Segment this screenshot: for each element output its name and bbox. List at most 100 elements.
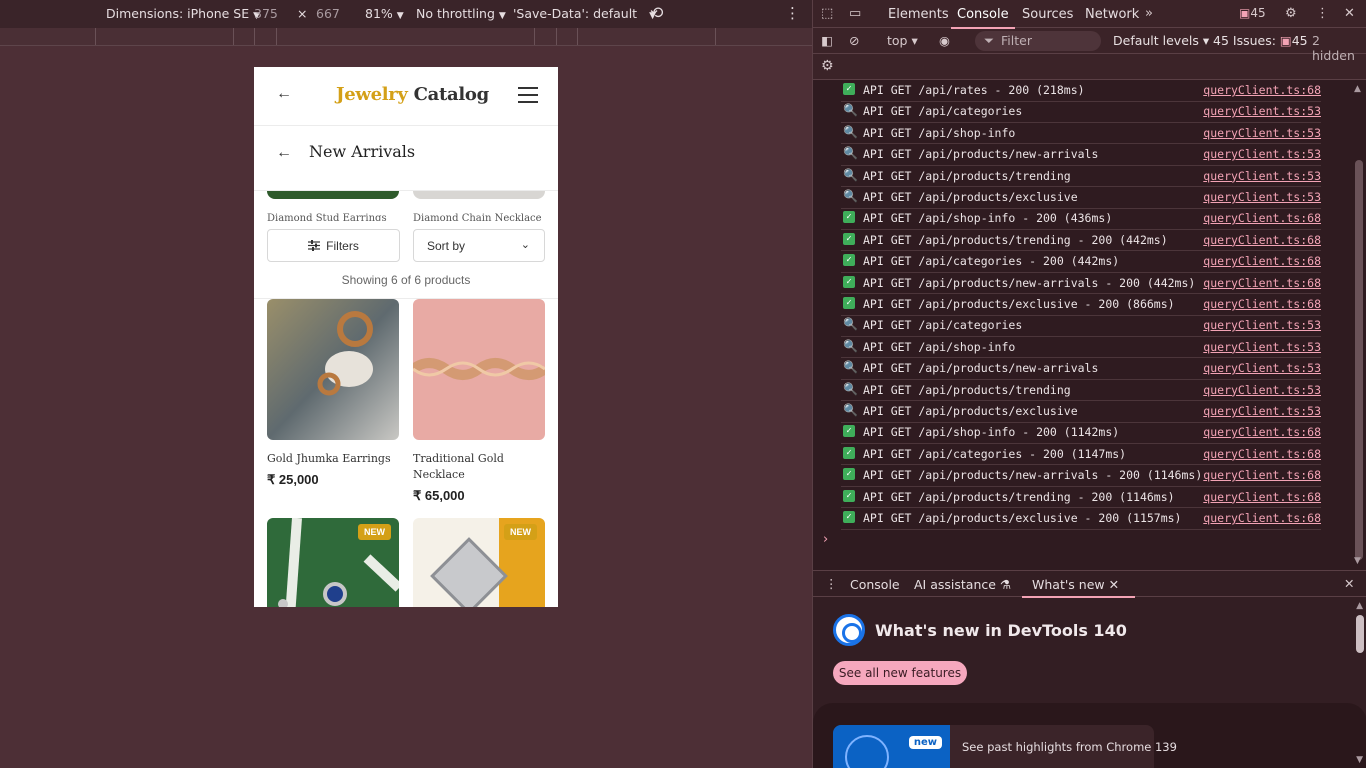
log-levels-select[interactable]: Default levels ▾ <box>1113 33 1209 48</box>
close-drawer-icon[interactable]: ✕ <box>1344 576 1354 591</box>
product-image[interactable]: NEW <box>267 518 399 607</box>
product-image[interactable] <box>413 299 545 440</box>
drawer-tabbar: ⋮ Console AI assistance ⚗ What's new ✕ ✕ <box>813 571 1366 598</box>
width-input[interactable]: 375 <box>254 6 278 21</box>
brand-logo[interactable]: Jewelry Catalog <box>336 84 489 105</box>
drawer-menu-icon[interactable]: ⋮ <box>825 576 838 591</box>
product-card[interactable]: Gold Jhumka Earrings ₹ 25,000 <box>267 299 399 488</box>
log-source-link[interactable]: queryClient.ts:53 <box>1203 404 1321 418</box>
clear-console-icon[interactable]: ⊘ <box>849 33 859 48</box>
log-source-link[interactable]: queryClient.ts:53 <box>1203 340 1321 354</box>
tab-network[interactable]: Network <box>1085 7 1139 22</box>
log-source-link[interactable]: queryClient.ts:68 <box>1203 511 1321 525</box>
scroll-up-icon[interactable]: ▲ <box>1356 601 1363 611</box>
zoom-select[interactable]: 81% ▼ <box>365 6 404 21</box>
log-source-link[interactable]: queryClient.ts:68 <box>1203 276 1321 290</box>
filters-button[interactable]: Filters <box>267 229 400 262</box>
more-options-icon[interactable]: ⋮ <box>1316 6 1329 21</box>
log-source-link[interactable]: queryClient.ts:68 <box>1203 297 1321 311</box>
results-count: Showing 6 of 6 products <box>341 273 471 287</box>
drawer-tab-whats-new[interactable]: What's new ✕ <box>1021 577 1136 598</box>
log-source-link[interactable]: queryClient.ts:53 <box>1203 361 1321 375</box>
checkmark-icon: ✓ <box>843 446 855 459</box>
drawer-tab-ai-assistance[interactable]: AI assistance ⚗ <box>914 577 1011 592</box>
chrome-devtools-logo <box>833 614 865 646</box>
settings-gear-icon[interactable]: ⚙ <box>1285 6 1297 21</box>
back-arrow-icon[interactable]: ← <box>276 85 292 103</box>
product-card[interactable]: Traditional Gold Necklace ₹ 65,000 <box>413 299 545 504</box>
log-source-link[interactable]: queryClient.ts:53 <box>1203 318 1321 332</box>
device-toggle-icon[interactable]: ▭ <box>849 6 861 21</box>
console-log-row: ✓ API GET /api/products/new-arrivals - 20… <box>841 273 1321 295</box>
device-select[interactable]: Dimensions: iPhone SE ▼ <box>106 6 260 21</box>
log-message: API GET /api/products/new-arrivals - 200… <box>863 468 1203 483</box>
scroll-down-icon[interactable]: ▼ <box>1354 556 1361 566</box>
log-message: API GET /api/shop-info <box>863 339 1016 354</box>
log-source-link[interactable]: queryClient.ts:68 <box>1203 447 1321 461</box>
tab-sources[interactable]: Sources <box>1022 7 1073 22</box>
close-icon[interactable]: ✕ <box>1109 577 1119 592</box>
log-source-link[interactable]: queryClient.ts:68 <box>1203 211 1321 225</box>
issues-badge[interactable]: ▣45 <box>1239 6 1266 20</box>
console-log-row: 🔍 API GET /api/categories queryClient.ts:5… <box>841 101 1321 123</box>
tab-console[interactable]: Console <box>951 7 1015 29</box>
context-select[interactable]: top ▾ <box>887 33 918 48</box>
console-settings-gear-icon[interactable]: ⚙ <box>821 58 834 74</box>
console-log-row: ✓ API GET /api/products/trending - 200 (4… <box>841 230 1321 252</box>
product-image[interactable] <box>413 191 545 199</box>
console-log-row: 🔍 API GET /api/products/exclusive queryCli… <box>841 187 1321 209</box>
throttling-select[interactable]: No throttling ▼ <box>416 6 506 21</box>
log-source-link[interactable]: queryClient.ts:53 <box>1203 383 1321 397</box>
log-source-link[interactable]: queryClient.ts:53 <box>1203 104 1321 118</box>
see-all-features-button[interactable]: See all new features <box>833 661 967 685</box>
filter-input[interactable]: ⏷ Filter <box>975 31 1101 51</box>
search-icon: 🔍 <box>843 360 858 375</box>
inspect-element-icon[interactable]: ⬚ <box>821 6 833 21</box>
scroll-down-icon[interactable]: ▼ <box>1356 755 1363 765</box>
product-name: Gold Jhumka Earrings <box>267 452 391 465</box>
log-message: API GET /api/products/trending - 200 (11… <box>863 489 1175 504</box>
console-log-row: ✓ API GET /api/shop-info - 200 (436ms) que… <box>841 208 1321 230</box>
tab-elements[interactable]: Elements <box>888 7 949 22</box>
log-source-link[interactable]: queryClient.ts:68 <box>1203 425 1321 439</box>
search-icon: 🔍 <box>843 146 858 161</box>
log-source-link[interactable]: queryClient.ts:68 <box>1203 233 1321 247</box>
save-data-select[interactable]: 'Save-Data': default ▼ <box>513 6 656 21</box>
product-image[interactable] <box>267 191 399 199</box>
console-log-row: ✓ API GET /api/products/trending - 200 (1… <box>841 487 1321 509</box>
product-image[interactable]: NEW <box>413 518 545 607</box>
search-icon: 🔍 <box>843 189 858 203</box>
sort-by-select[interactable]: Sort by ⌄ <box>413 229 545 262</box>
console-scrollbar[interactable]: ▲ ▼ <box>1354 80 1364 568</box>
back-arrow-icon[interactable]: ← <box>276 144 292 162</box>
sidebar-toggle-icon[interactable]: ◧ <box>821 33 833 48</box>
checkmark-icon: ✓ <box>843 468 855 481</box>
more-tabs-icon[interactable]: » <box>1145 6 1153 21</box>
product-card[interactable]: NEW <box>267 518 399 607</box>
rotate-icon[interactable]: ⟲ <box>650 3 663 22</box>
log-source-link[interactable]: queryClient.ts:68 <box>1203 254 1321 268</box>
product-image[interactable] <box>267 299 399 440</box>
live-expression-eye-icon[interactable]: ◉ <box>939 33 950 48</box>
log-source-link[interactable]: queryClient.ts:53 <box>1203 147 1321 161</box>
hamburger-menu-icon[interactable] <box>518 87 538 103</box>
search-icon: 🔍 <box>843 403 858 417</box>
scroll-up-icon[interactable]: ▲ <box>1354 84 1361 94</box>
log-source-link[interactable]: queryClient.ts:53 <box>1203 169 1321 183</box>
close-icon[interactable]: ✕ <box>1344 6 1355 21</box>
more-options-icon[interactable]: ⋮ <box>785 4 800 22</box>
log-source-link[interactable]: queryClient.ts:53 <box>1203 190 1321 204</box>
media-query-ruler[interactable] <box>0 28 812 46</box>
console-prompt[interactable]: › <box>823 532 828 547</box>
device-toolbar: Dimensions: iPhone SE ▼ 375 × 667 81% ▼ No… <box>0 0 812 28</box>
highlights-link[interactable]: See past highlights from Chrome 139 <box>962 740 1177 754</box>
height-input[interactable]: 667 <box>316 6 340 21</box>
product-card[interactable]: NEW <box>413 518 545 607</box>
issues-link[interactable]: 45 Issues: ▣45 <box>1213 33 1308 48</box>
drawer-tab-console[interactable]: Console <box>850 577 900 592</box>
log-source-link[interactable]: queryClient.ts:53 <box>1203 126 1321 140</box>
log-source-link[interactable]: queryClient.ts:68 <box>1203 490 1321 504</box>
chevron-down-icon: ▼ <box>396 11 404 21</box>
log-source-link[interactable]: queryClient.ts:68 <box>1203 83 1321 97</box>
log-source-link[interactable]: queryClient.ts:68 <box>1203 468 1321 482</box>
